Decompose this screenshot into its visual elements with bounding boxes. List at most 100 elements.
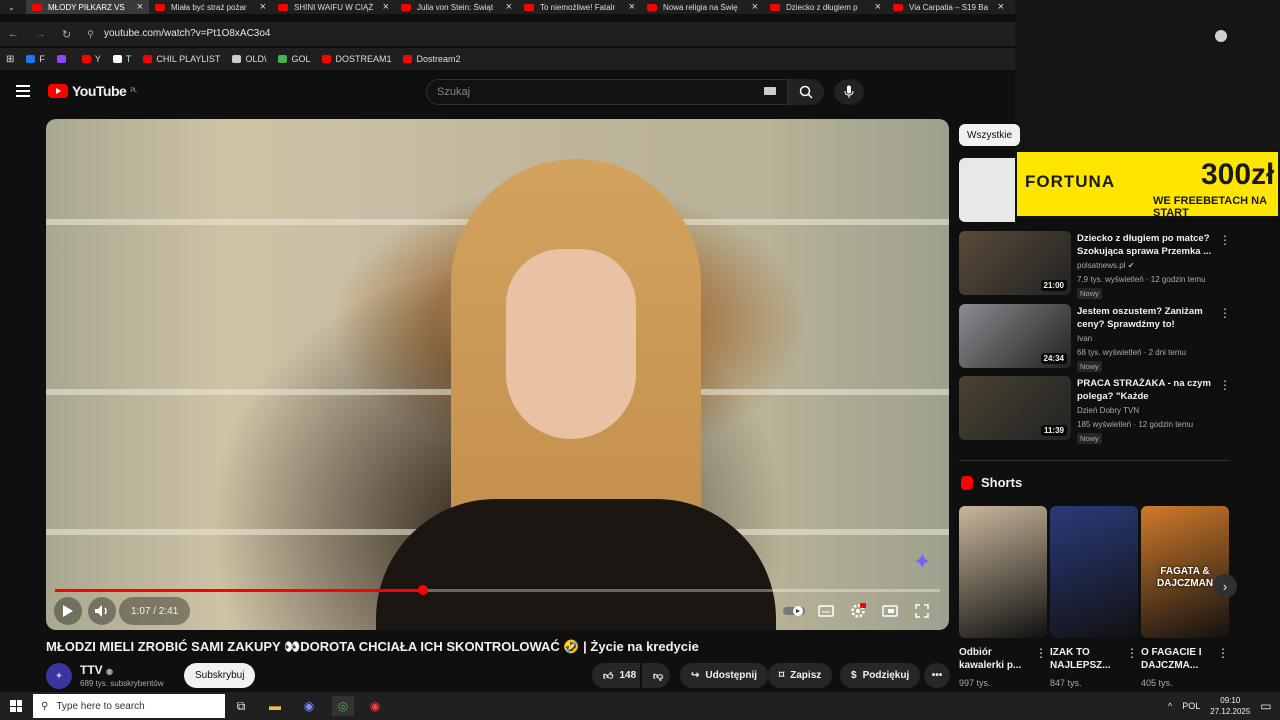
subtitles-button[interactable] bbox=[812, 597, 840, 625]
play-button[interactable] bbox=[54, 597, 82, 625]
close-tab-icon[interactable]: × bbox=[752, 1, 758, 13]
bookmark-item[interactable] bbox=[56, 55, 70, 63]
task-view-icon[interactable]: ⧉ bbox=[230, 696, 252, 716]
taskbar-search-input[interactable]: ⚲ Type here to search bbox=[33, 694, 225, 718]
tray-chevron-icon[interactable]: ^ bbox=[1168, 701, 1172, 711]
share-label: Udostępnij bbox=[705, 670, 758, 681]
bookmark-item[interactable]: DOSTREAM1 bbox=[322, 54, 391, 64]
browser-tab[interactable]: Nowa religia na Świę × bbox=[641, 0, 764, 14]
dislike-button[interactable]: 👎︎ bbox=[642, 663, 670, 688]
browser-tab[interactable]: Dziecko z długiem p × bbox=[764, 0, 887, 14]
close-tab-icon[interactable]: × bbox=[260, 1, 266, 13]
short-title[interactable]: O FAGACIE I DAJCZMA... bbox=[1141, 646, 1215, 672]
youtube-logo[interactable]: YouTube PL bbox=[48, 83, 137, 99]
recommended-channel[interactable]: polsatnews.pl ✔ bbox=[1077, 261, 1134, 270]
browser-tab[interactable]: Via Carpatia – S19 Ba × bbox=[887, 0, 1010, 14]
recommended-title[interactable]: Dziecko z długiem po matce? Szokująca sp… bbox=[1077, 232, 1215, 258]
more-options-icon[interactable]: ⋮ bbox=[1219, 307, 1231, 319]
ad-brand: FORTUNA bbox=[1025, 172, 1116, 191]
more-options-icon[interactable]: ⋮ bbox=[1219, 379, 1231, 391]
browser-tab[interactable]: Julia von Stein: Świąt × bbox=[395, 0, 518, 14]
file-explorer-icon[interactable]: ▬ bbox=[264, 696, 286, 716]
progress-bar[interactable] bbox=[55, 585, 940, 595]
close-tab-icon[interactable]: × bbox=[998, 1, 1004, 13]
channel-row: ✦ TTV ◉ 689 tys. subskrybentów Subskrybu… bbox=[46, 660, 956, 690]
autoplay-toggle[interactable] bbox=[780, 597, 808, 625]
more-options-icon[interactable]: ⋮ bbox=[1217, 647, 1229, 659]
share-button[interactable]: ↪ Udostępnij bbox=[680, 663, 769, 688]
forward-icon[interactable]: → bbox=[35, 28, 46, 40]
language-indicator[interactable]: POL bbox=[1182, 701, 1200, 711]
ad-thumbnail[interactable] bbox=[959, 158, 1015, 222]
browser-tab[interactable]: To niemożliwe! Fatalr × bbox=[518, 0, 641, 14]
channel-avatar[interactable]: ✦ bbox=[46, 663, 72, 689]
thanks-button[interactable]: $ Podziękuj bbox=[840, 663, 921, 688]
tab-list-button[interactable]: ⌄ bbox=[0, 0, 26, 14]
recommended-video[interactable]: 24:34 Jestem oszustem? Zaniżam ceny? Spr… bbox=[959, 304, 1231, 374]
notifications-icon[interactable]: ▭ bbox=[1260, 699, 1271, 713]
clock[interactable]: 09:10 27.12.2025 bbox=[1210, 695, 1250, 717]
video-thumbnail[interactable]: 24:34 bbox=[959, 304, 1071, 368]
short-title[interactable]: IZAK TO NAJLEPSZ... bbox=[1050, 646, 1124, 672]
bookmark-item[interactable]: GOL bbox=[278, 54, 310, 64]
subscribe-button[interactable]: Subskrybuj bbox=[184, 663, 256, 688]
search-input[interactable]: Szukaj bbox=[426, 79, 788, 105]
chrome-icon[interactable]: ◎ bbox=[332, 696, 354, 716]
video-player[interactable]: ✦ 1:07 / 2:41 bbox=[46, 119, 949, 630]
save-button[interactable]: ⌑ Zapisz bbox=[768, 663, 833, 688]
browser-tab[interactable]: MŁODY PIŁKARZ VS × bbox=[26, 0, 149, 14]
close-tab-icon[interactable]: × bbox=[629, 1, 635, 13]
bookmark-item[interactable]: OLD\ bbox=[232, 54, 266, 64]
shorts-next-button[interactable]: › bbox=[1213, 574, 1237, 598]
reload-icon[interactable]: ↻ bbox=[62, 28, 71, 41]
short-thumbnail[interactable] bbox=[959, 506, 1047, 638]
browser-tab[interactable]: Miała być straż pożar × bbox=[149, 0, 272, 14]
close-tab-icon[interactable]: × bbox=[137, 1, 143, 13]
short-thumbnail[interactable] bbox=[1050, 506, 1138, 638]
keyboard-icon[interactable] bbox=[764, 87, 776, 95]
more-options-icon[interactable]: ⋮ bbox=[1219, 234, 1231, 246]
short-thumbnail[interactable]: FAGATA & DAJCZMAN bbox=[1141, 506, 1229, 638]
site-info-icon[interactable]: ⚲ bbox=[87, 29, 94, 40]
like-button[interactable]: 👍︎ 148 bbox=[592, 663, 640, 688]
channel-name[interactable]: TTV ◉ bbox=[80, 663, 113, 677]
filter-chip-all[interactable]: Wszystkie bbox=[959, 124, 1020, 146]
recommended-channel[interactable]: Dzień Dobry TVN bbox=[1077, 406, 1139, 415]
bookmark-item[interactable]: Dostream2 bbox=[403, 54, 461, 64]
browser-tab[interactable]: SHINI WAIFU W CIĄŻ × bbox=[272, 0, 395, 14]
scrubber-handle[interactable] bbox=[418, 585, 429, 595]
voice-search-button[interactable] bbox=[834, 79, 864, 105]
youtube-favicon-icon bbox=[278, 3, 288, 11]
more-options-icon[interactable]: ⋮ bbox=[1035, 647, 1047, 659]
miniplayer-button[interactable] bbox=[876, 597, 904, 625]
settings-button[interactable] bbox=[844, 597, 872, 625]
bookmark-item[interactable]: CHIL PLAYLIST bbox=[143, 54, 220, 64]
recommended-title[interactable]: Jestem oszustem? Zaniżam ceny? Sprawdźmy… bbox=[1077, 305, 1215, 331]
bookmark-item[interactable]: F bbox=[26, 54, 45, 64]
more-actions-button[interactable]: ••• bbox=[924, 663, 950, 688]
video-thumbnail[interactable]: 11:39 bbox=[959, 376, 1071, 440]
close-tab-icon[interactable]: × bbox=[383, 1, 389, 13]
discord-icon[interactable]: ◉ bbox=[298, 696, 320, 716]
video-thumbnail[interactable]: 21:00 bbox=[959, 231, 1071, 295]
channel-watermark-icon[interactable]: ✦ bbox=[913, 549, 939, 575]
close-tab-icon[interactable]: × bbox=[875, 1, 881, 13]
recommended-video[interactable]: 21:00 Dziecko z długiem po matce? Szokuj… bbox=[959, 231, 1231, 301]
menu-icon[interactable] bbox=[16, 85, 30, 97]
volume-button[interactable] bbox=[88, 597, 116, 625]
fullscreen-button[interactable] bbox=[908, 597, 936, 625]
short-title[interactable]: Odbiór kawalerki p... bbox=[959, 646, 1033, 672]
app-icon[interactable]: ◉ bbox=[364, 696, 386, 716]
search-button[interactable] bbox=[788, 79, 824, 105]
apps-grid-icon[interactable]: ⊞ bbox=[6, 54, 14, 65]
back-icon[interactable]: ← bbox=[8, 28, 19, 40]
recommended-title[interactable]: PRACA STRAŻAKA - na czym polega? "Każde … bbox=[1077, 377, 1215, 404]
windows-start-icon[interactable] bbox=[10, 700, 22, 712]
bookmark-item[interactable]: T bbox=[112, 54, 131, 64]
url-field[interactable]: youtube.com/watch?v=Pt1O8xAC3o4 bbox=[104, 28, 270, 39]
bookmark-item[interactable]: Y bbox=[81, 54, 101, 64]
more-options-icon[interactable]: ⋮ bbox=[1126, 647, 1138, 659]
recommended-video[interactable]: 11:39 PRACA STRAŻAKA - na czym polega? "… bbox=[959, 376, 1231, 446]
close-tab-icon[interactable]: × bbox=[506, 1, 512, 13]
recommended-channel[interactable]: Ivan bbox=[1077, 334, 1092, 343]
